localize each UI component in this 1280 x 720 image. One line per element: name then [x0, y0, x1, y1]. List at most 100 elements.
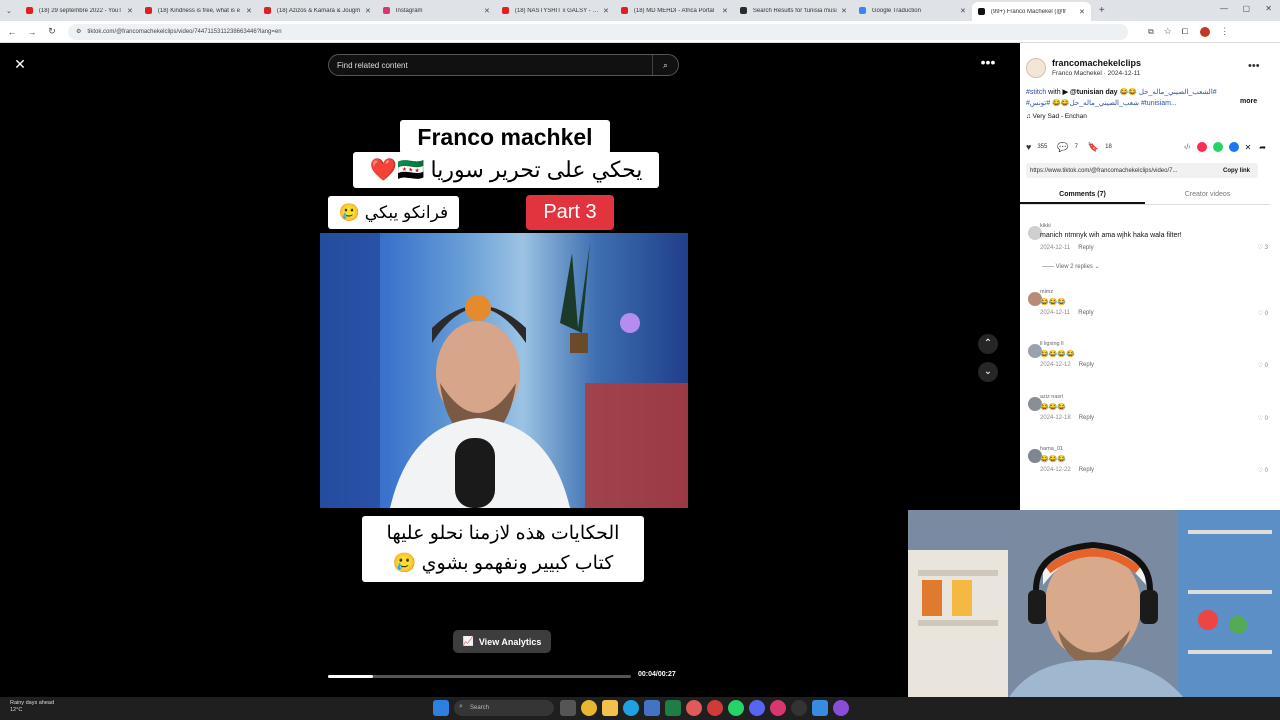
taskbar-search-input[interactable]: ⌕ Search: [454, 700, 554, 716]
discord-icon[interactable]: [749, 700, 765, 716]
profile-avatar[interactable]: [1200, 26, 1211, 37]
more-options-icon[interactable]: •••: [976, 55, 1000, 73]
tab-close-icon[interactable]: ✕: [603, 7, 609, 15]
next-video-chevron-down-icon[interactable]: ⌄: [978, 362, 998, 382]
reply-button[interactable]: Reply: [1079, 415, 1094, 421]
view-replies-button[interactable]: —— View 2 replies ⌄: [1042, 263, 1100, 270]
app-icon[interactable]: [770, 700, 786, 716]
save-button[interactable]: 🔖 18: [1088, 142, 1112, 153]
facebook-icon[interactable]: [1228, 142, 1239, 152]
store-icon[interactable]: [644, 700, 660, 716]
browser-tab[interactable]: Instagram ✕: [377, 2, 496, 20]
browser-menu-icon[interactable]: ⋮: [1220, 26, 1229, 37]
commenter-name[interactable]: hama_01: [1040, 446, 1063, 452]
video-progress-bar[interactable]: [328, 675, 631, 678]
close-window-icon[interactable]: ✕: [1265, 4, 1272, 13]
whatsapp-icon[interactable]: [1212, 142, 1223, 152]
tab-search-icon[interactable]: ⌄: [6, 7, 12, 15]
bookmark-star-icon[interactable]: ☆: [1164, 26, 1172, 37]
tab-close-icon[interactable]: ✕: [960, 7, 966, 15]
edge-icon[interactable]: [623, 700, 639, 716]
minimize-window-icon[interactable]: —: [1220, 4, 1228, 13]
maximize-window-icon[interactable]: ▢: [1242, 4, 1250, 13]
like-button[interactable]: ♥ 355: [1026, 142, 1047, 152]
reply-button[interactable]: Reply: [1079, 362, 1094, 368]
close-icon[interactable]: ✕: [10, 54, 30, 74]
extensions-icon[interactable]: ⧠: [1182, 27, 1188, 37]
file-explorer-icon[interactable]: [602, 700, 618, 716]
tab-close-icon[interactable]: ✕: [722, 7, 728, 15]
browser-tab[interactable]: Search Results for 'tunisia musi ✕: [734, 2, 853, 20]
search-input[interactable]: Find related content ⌕: [328, 54, 679, 76]
comment-like-button[interactable]: ♡ 0: [1258, 467, 1268, 474]
reply-button[interactable]: Reply: [1078, 310, 1093, 316]
hashtag-link[interactable]: #stitch: [1026, 89, 1046, 96]
tab-close-icon[interactable]: ✕: [246, 7, 252, 15]
app-icon[interactable]: [812, 700, 828, 716]
back-arrow-icon[interactable]: ←: [4, 27, 20, 37]
comment-item: ll ligxing ll 😂😂😂😂 2024-12-12 Reply ♡ 0: [1020, 341, 1272, 388]
tab-close-icon[interactable]: ✕: [484, 7, 490, 15]
commenter-name[interactable]: kikki: [1040, 223, 1051, 229]
view-analytics-button[interactable]: 📈 View Analytics: [453, 630, 551, 653]
previous-video-chevron-up-icon[interactable]: ⌃: [978, 334, 998, 354]
creator-username[interactable]: francomachekelclips: [1052, 58, 1141, 68]
app-icon[interactable]: [707, 700, 723, 716]
reply-button[interactable]: Reply: [1078, 245, 1093, 251]
app-icon[interactable]: [833, 700, 849, 716]
hashtag-link[interactable]: #شعب_الصيني_ماله_حل😂😂 #تونس #tunisiam...: [1026, 100, 1177, 107]
excel-icon[interactable]: [665, 700, 681, 716]
video-frame: [320, 233, 688, 508]
post-more-options-icon[interactable]: •••: [1248, 60, 1260, 72]
browser-tab[interactable]: (18) MD MEHDI - Africa Portal ✕: [615, 2, 734, 20]
browser-tab[interactable]: (18) Kindness is free, what is e ✕: [139, 2, 258, 20]
commenter-name[interactable]: mimz: [1040, 289, 1053, 295]
tab-comments[interactable]: Comments (7): [1020, 186, 1145, 204]
tab-close-icon[interactable]: ✕: [365, 7, 371, 15]
url-field[interactable]: ⚙ tiktok.com/@francomachekelclips/video/7…: [68, 23, 1128, 40]
comment-like-button[interactable]: ♡ 3: [1258, 244, 1268, 251]
comment-like-button[interactable]: ♡ 0: [1258, 362, 1268, 369]
search-placeholder: Find related content: [337, 60, 408, 70]
share-red-icon[interactable]: [1196, 142, 1207, 152]
whatsapp-icon[interactable]: [728, 700, 744, 716]
comment-button[interactable]: 💬 7: [1057, 142, 1078, 153]
hashtag-link[interactable]: #الشعب_الصيني_ماله_حل 😂😂: [1120, 89, 1217, 96]
creator-avatar[interactable]: [1026, 58, 1046, 78]
app-icon[interactable]: [686, 700, 702, 716]
music-track-link[interactable]: ♫ Very Sad - Enchan: [1026, 113, 1087, 120]
task-view-icon[interactable]: [560, 700, 576, 716]
browser-tab-active[interactable]: (99+) Franco Machekel (@fr ✕: [971, 1, 1091, 22]
x-twitter-icon[interactable]: ✕: [1245, 143, 1252, 152]
browser-tab[interactable]: (18) NASTYSHIT x GALSY - Nz ✕: [496, 2, 615, 20]
windows-start-icon[interactable]: [433, 700, 449, 716]
install-app-icon[interactable]: ⧉: [1148, 27, 1154, 37]
app-icon[interactable]: [791, 700, 807, 716]
comment-like-button[interactable]: ♡ 0: [1258, 310, 1268, 317]
search-icon[interactable]: ⌕: [652, 55, 678, 75]
commenter-name[interactable]: ll ligxing ll: [1040, 341, 1064, 347]
embed-icon[interactable]: ‹/›: [1184, 144, 1191, 151]
reply-button[interactable]: Reply: [1079, 467, 1094, 473]
weather-widget[interactable]: Rainy days ahead 12°C: [10, 700, 54, 714]
browser-tab[interactable]: (18) 29 septembre 2022 - YouT ✕: [20, 2, 139, 20]
tab-creator-videos[interactable]: Creator videos: [1145, 186, 1270, 204]
mention-link[interactable]: ▶ @tunisian day: [1063, 89, 1118, 96]
share-arrow-icon[interactable]: ➦: [1259, 143, 1266, 152]
comment-text: 😂😂😂: [1040, 456, 1067, 463]
copy-link-button[interactable]: Copy link: [1223, 168, 1258, 174]
reload-icon[interactable]: ↻: [44, 26, 60, 37]
commenter-name[interactable]: aziz nasri: [1040, 394, 1063, 400]
comment-like-button[interactable]: ♡ 0: [1258, 415, 1268, 422]
share-link-field[interactable]: https://www.tiktok.com/@francomachekelcl…: [1026, 163, 1258, 178]
forward-arrow-icon[interactable]: →: [24, 27, 40, 37]
description-more-link[interactable]: more: [1240, 98, 1257, 105]
tab-close-icon[interactable]: ✕: [841, 7, 847, 15]
tab-close-icon[interactable]: ✕: [1079, 8, 1085, 16]
site-info-icon[interactable]: ⚙: [76, 28, 81, 35]
chrome-icon[interactable]: [581, 700, 597, 716]
new-tab-plus-icon[interactable]: +: [1099, 5, 1105, 16]
browser-tab[interactable]: Google Traduction ✕: [853, 2, 972, 20]
tab-close-icon[interactable]: ✕: [127, 7, 133, 15]
browser-tab[interactable]: (18) Azizos & Kamara & Jougm ✕: [258, 2, 377, 20]
